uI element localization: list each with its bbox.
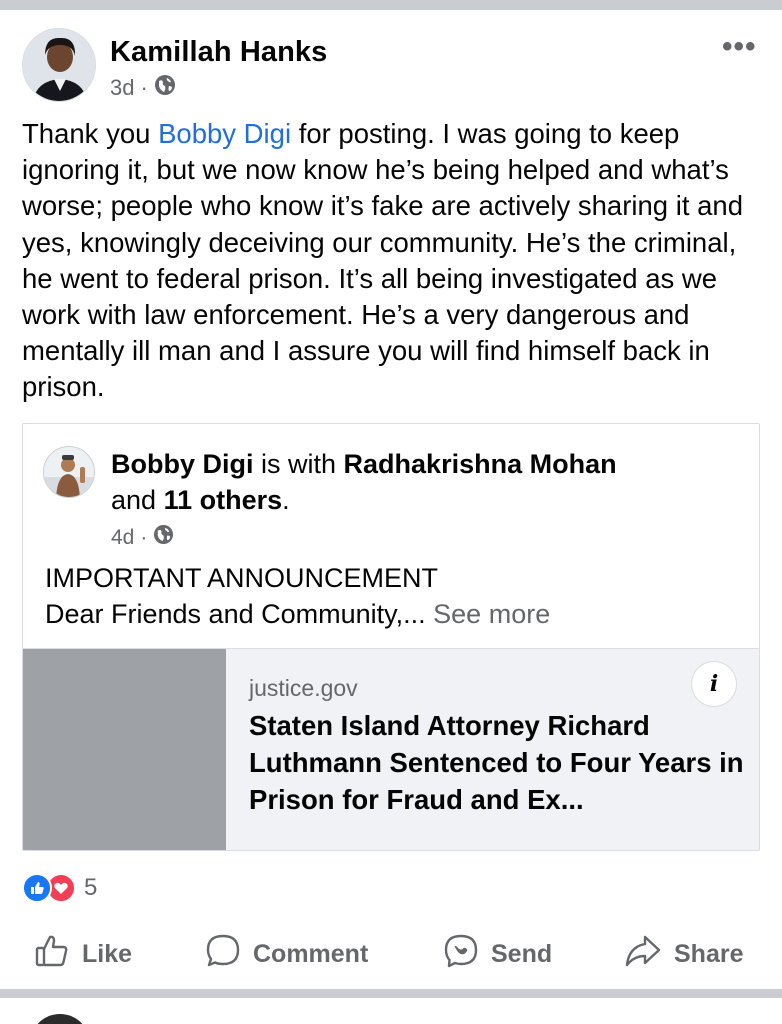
- see-more-link[interactable]: See more: [433, 599, 550, 629]
- shared-author-name[interactable]: Bobby Digi: [111, 449, 254, 479]
- with-text: is with: [253, 449, 344, 479]
- shared-post-line1: IMPORTANT ANNOUNCEMENT: [45, 563, 439, 593]
- shared-post-header: Bobby Digi is with Radhakrishna Mohan and…: [111, 446, 751, 518]
- like-button[interactable]: Like: [34, 930, 132, 978]
- reactions-summary[interactable]: 5: [22, 873, 97, 903]
- thumbs-up-icon: [34, 933, 70, 976]
- like-reaction-icon: [22, 873, 52, 903]
- shared-post-meta: 4d ·: [111, 524, 174, 551]
- shared-author-avatar[interactable]: [43, 446, 95, 498]
- link-title[interactable]: Staten Island Attorney Richard Luthmann …: [249, 707, 749, 818]
- share-button[interactable]: Share: [624, 930, 743, 978]
- comment-button[interactable]: Comment: [205, 930, 368, 978]
- link-thumbnail[interactable]: [23, 649, 226, 850]
- meta-separator: ·: [140, 525, 148, 549]
- shared-post-body: IMPORTANT ANNOUNCEMENT Dear Friends and …: [45, 560, 745, 632]
- messenger-icon: [443, 933, 479, 976]
- post-text: Thank you Bobby Digi for posting. I was …: [22, 116, 762, 406]
- post-text-rest: for posting. I was going to keep ignorin…: [22, 118, 743, 403]
- post-action-bar: Like Comment Send Share: [0, 930, 782, 978]
- more-options-icon[interactable]: •••: [722, 30, 757, 64]
- globe-icon: [153, 524, 174, 551]
- shared-post-time[interactable]: 4d: [111, 526, 134, 550]
- meta-separator: ·: [140, 75, 148, 100]
- link-preview-card[interactable]: justice.gov Staten Island Attorney Richa…: [23, 648, 759, 850]
- comment-bubble-icon: [205, 933, 241, 976]
- link-domain: justice.gov: [249, 675, 358, 701]
- tagged-person[interactable]: Radhakrishna Mohan: [344, 449, 617, 479]
- period: .: [282, 485, 290, 515]
- reaction-count: 5: [84, 874, 98, 901]
- shared-post[interactable]: Bobby Digi is with Radhakrishna Mohan and…: [22, 423, 760, 851]
- and-text: and: [111, 485, 164, 515]
- globe-icon: [154, 74, 176, 102]
- send-label: Send: [491, 939, 553, 968]
- share-label: Share: [674, 939, 744, 968]
- post-meta: 3d ·: [110, 74, 176, 102]
- send-button[interactable]: Send: [443, 930, 552, 978]
- post-text-start: Thank you: [22, 118, 159, 149]
- post-author-name[interactable]: Kamillah Hanks: [110, 36, 327, 69]
- comment-label: Comment: [253, 939, 369, 968]
- post-time[interactable]: 3d: [110, 75, 134, 101]
- others-link[interactable]: 11 others: [164, 485, 283, 515]
- share-arrow-icon: [624, 933, 662, 976]
- mention-link[interactable]: Bobby Digi: [158, 118, 291, 149]
- shared-post-line2: Dear Friends and Community,...: [45, 599, 426, 629]
- feed-separator-top: [0, 0, 782, 10]
- next-post-avatar[interactable]: [30, 1014, 90, 1024]
- feed-separator-bottom: [0, 989, 782, 998]
- author-avatar[interactable]: [22, 28, 96, 102]
- like-label: Like: [82, 939, 133, 968]
- info-icon[interactable]: i: [691, 661, 737, 707]
